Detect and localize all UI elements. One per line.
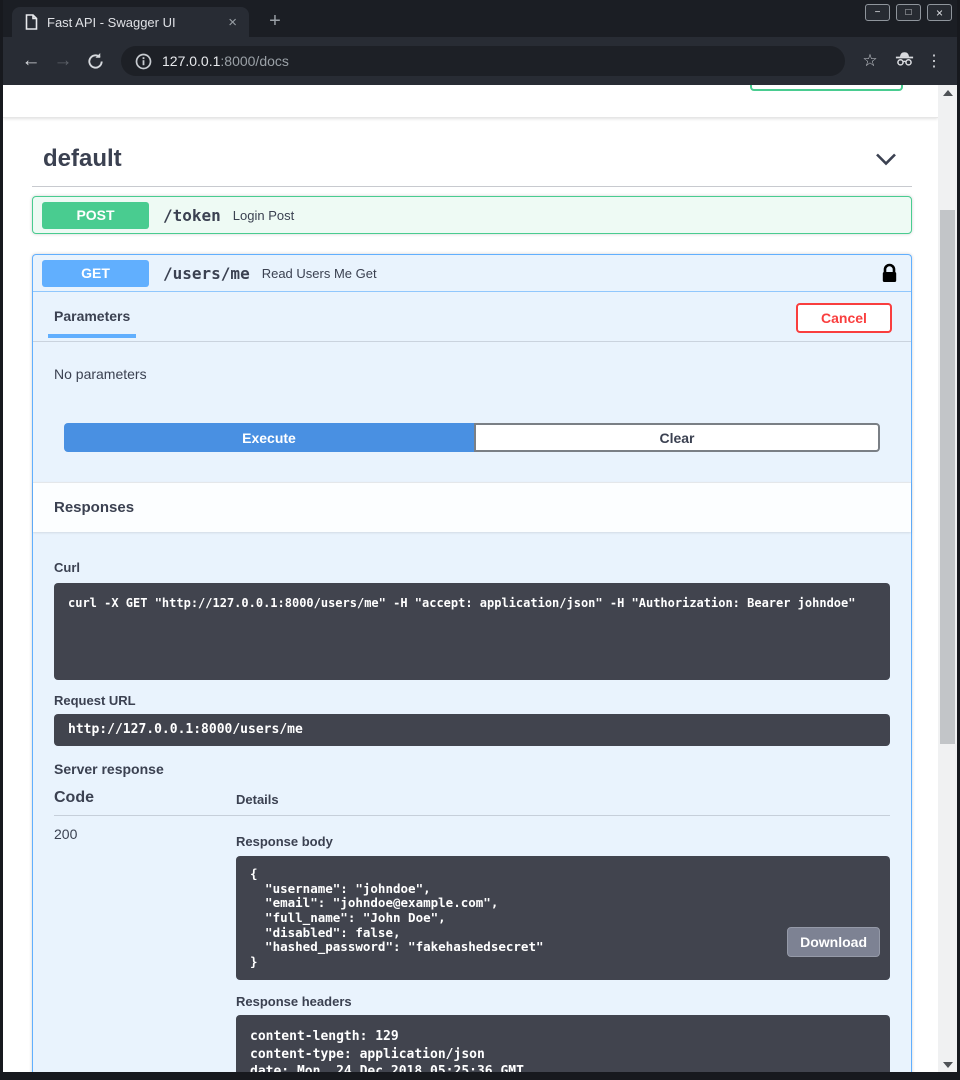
cancel-button[interactable]: Cancel: [796, 303, 892, 333]
execute-wrapper: Execute Clear: [64, 423, 880, 452]
scheme-band: [3, 85, 938, 118]
opblock-post-token[interactable]: POST /token Login Post: [32, 196, 912, 234]
status-code: 200: [54, 826, 236, 1072]
server-response-label: Server response: [54, 761, 890, 777]
tab-title: Fast API - Swagger UI: [47, 15, 224, 30]
swagger-page: default POST /token Login Post: [3, 85, 938, 1072]
post-method-badge: POST: [42, 202, 149, 229]
section-title: default: [43, 145, 122, 173]
tab-strip: Fast API - Swagger UI × + − □ ×: [3, 0, 957, 37]
response-body-label: Response body: [236, 834, 890, 849]
tab-close-icon[interactable]: ×: [224, 13, 241, 32]
response-headers-value: content-length: 129 content-type: applic…: [236, 1015, 890, 1072]
maximize-button[interactable]: □: [896, 4, 921, 21]
get-summary: Read Users Me Get: [262, 266, 377, 281]
url-host: 127.0.0.1: [162, 53, 220, 69]
section-header[interactable]: default: [32, 145, 912, 173]
execute-button[interactable]: Execute: [64, 423, 474, 452]
url-path: :8000/docs: [220, 53, 289, 69]
bookmark-star-icon[interactable]: ☆: [853, 51, 887, 71]
window-close-button[interactable]: ×: [927, 4, 952, 21]
code-column-header: Code: [54, 789, 236, 807]
response-table-header: Code Details: [54, 789, 890, 816]
url-bar[interactable]: 127.0.0.1:8000/docs: [121, 46, 845, 76]
download-button[interactable]: Download: [787, 927, 880, 957]
post-summary: Login Post: [233, 208, 294, 223]
no-parameters-text: No parameters: [54, 366, 890, 382]
window-controls: − □ ×: [865, 4, 952, 21]
section-divider: [32, 186, 912, 187]
request-url-label: Request URL: [54, 693, 890, 708]
authorize-button[interactable]: [750, 85, 903, 91]
responses-title: Responses: [54, 499, 134, 516]
page-favicon-icon: [25, 14, 38, 30]
incognito-icon: [887, 50, 921, 72]
chevron-down-icon[interactable]: [874, 152, 898, 167]
scrollbar-thumb[interactable]: [940, 210, 955, 744]
back-icon[interactable]: ←: [15, 50, 47, 72]
request-url-value: http://127.0.0.1:8000/users/me: [54, 714, 890, 746]
curl-command: curl -X GET "http://127.0.0.1:8000/users…: [54, 583, 890, 680]
browser-tab[interactable]: Fast API - Swagger UI ×: [12, 7, 249, 37]
response-headers-label: Response headers: [236, 994, 890, 1009]
forward-icon: →: [47, 50, 79, 72]
window-bottom-border: [3, 1072, 957, 1080]
opblock-get-users-me: GET /users/me Read Users Me Get Paramete…: [32, 254, 912, 1072]
response-body-value: { "username": "johndoe", "email": "johnd…: [236, 856, 890, 980]
scroll-down-arrow-icon[interactable]: [938, 1057, 957, 1072]
lock-icon[interactable]: [881, 263, 898, 284]
new-tab-button[interactable]: +: [263, 10, 287, 34]
scroll-up-arrow-icon[interactable]: [938, 85, 957, 100]
get-op-header[interactable]: GET /users/me Read Users Me Get: [33, 255, 911, 292]
response-row: 200 Response body { "username": "johndoe…: [54, 826, 890, 1072]
responses-header: Responses: [33, 482, 911, 532]
browser-menu-icon[interactable]: ⋮: [921, 51, 947, 71]
get-method-badge: GET: [42, 260, 149, 287]
clear-button[interactable]: Clear: [474, 423, 880, 452]
page-scrollbar[interactable]: [938, 85, 957, 1072]
page-viewport: default POST /token Login Post: [3, 85, 957, 1072]
curl-label: Curl: [54, 560, 890, 575]
tab-parameters[interactable]: Parameters: [48, 308, 136, 338]
minimize-button[interactable]: −: [865, 4, 890, 21]
post-path: /token: [163, 206, 221, 225]
parameters-tab-bar: Parameters Cancel: [33, 292, 911, 342]
site-info-icon[interactable]: [135, 53, 152, 70]
browser-window: Fast API - Swagger UI × + − □ × ← → 127.…: [0, 0, 960, 1080]
details-column-header: Details: [236, 792, 279, 807]
reload-icon[interactable]: [79, 52, 111, 71]
get-path: /users/me: [163, 264, 250, 283]
browser-toolbar: ← → 127.0.0.1:8000/docs ☆ ⋮: [3, 37, 957, 85]
